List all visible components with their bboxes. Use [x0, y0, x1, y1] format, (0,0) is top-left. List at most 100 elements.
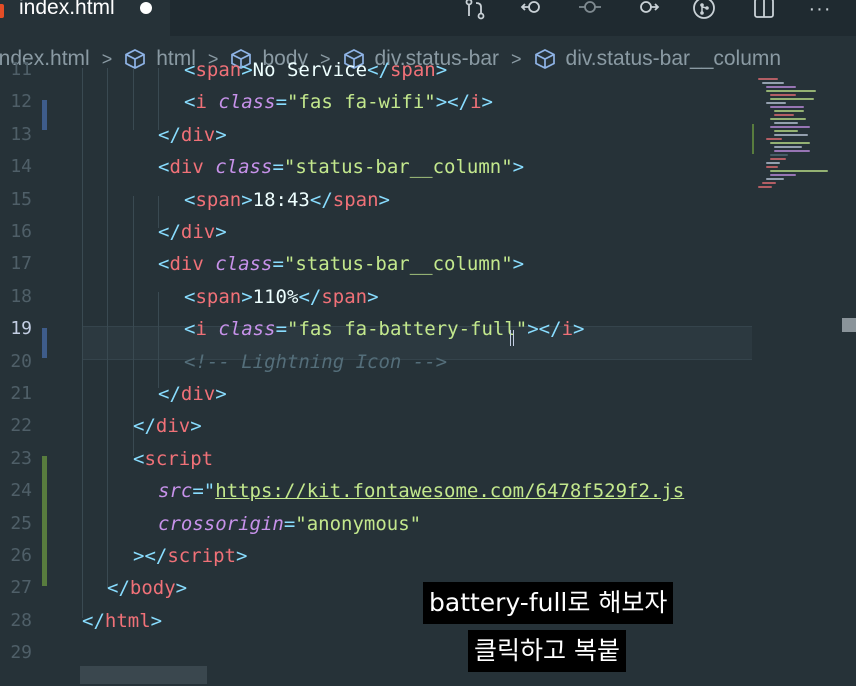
line-number[interactable]: 29: [0, 637, 32, 669]
code-line[interactable]: 16 </div>: [0, 216, 856, 248]
line-number[interactable]: 18: [0, 281, 32, 313]
code-token: i: [561, 318, 574, 341]
code-token: >: [235, 545, 248, 567]
code-line[interactable]: 17 <div class="status-bar__column">: [0, 248, 856, 280]
go-back-icon[interactable]: [520, 0, 544, 20]
go-forward-icon[interactable]: [636, 0, 660, 20]
minimap-line: [770, 174, 796, 176]
commit-icon[interactable]: [578, 0, 602, 20]
minimap-line: [770, 170, 828, 172]
text-cursor-icon: [510, 330, 514, 346]
line-number[interactable]: 13: [0, 119, 32, 151]
subtitle-caption-1: battery-full로 해보자: [423, 582, 674, 624]
line-number[interactable]: 23: [0, 443, 32, 475]
git-graph-icon[interactable]: [692, 0, 716, 20]
code-token: <: [133, 447, 145, 470]
tab-index-html[interactable]: index.html: [0, 0, 170, 36]
minimap-line: [758, 186, 772, 188]
code-line[interactable]: 14 <div class="status-bar__column">: [0, 151, 856, 183]
code-line[interactable]: 19 <i class="fas fa-battery-full"></i>: [0, 313, 856, 345]
code-line[interactable]: 18 <span>110%</span>: [0, 281, 856, 313]
code-token: body: [129, 577, 176, 600]
minimap-line: [770, 118, 806, 120]
line-number[interactable]: 25: [0, 508, 32, 540]
code-line[interactable]: 23 <script: [0, 443, 856, 475]
tab-bar: index.html ···: [0, 0, 856, 36]
html-file-icon: [0, 4, 4, 18]
code-token: No Service: [252, 59, 368, 81]
code-line[interactable]: 11 <span>No Service</span>: [0, 54, 856, 86]
line-number[interactable]: 12: [0, 86, 32, 118]
line-number[interactable]: 24: [0, 475, 32, 507]
code-token: >: [435, 59, 448, 81]
code-token: https://kit.fontawesome.com/6478f529f2.j…: [215, 480, 685, 503]
code-line[interactable]: 22 </div>: [0, 410, 856, 442]
vertical-scrollbar-thumb[interactable]: [842, 318, 856, 332]
code-line[interactable]: 20 <!-- Lightning Icon -->: [0, 346, 856, 378]
line-number[interactable]: 15: [0, 184, 32, 216]
code-text: <span>18:43</span>: [184, 184, 390, 216]
code-text: <script: [133, 443, 213, 475]
line-number[interactable]: 20: [0, 346, 32, 378]
code-token: span: [195, 285, 242, 308]
code-token: >: [573, 318, 585, 341]
line-number[interactable]: 27: [0, 572, 32, 604]
minimap-line: [774, 110, 804, 112]
code-text: <i class="fas fa-battery-full"></i>: [184, 313, 584, 345]
code-token: <: [184, 91, 196, 114]
code-token: "anonymous": [295, 512, 422, 535]
code-text: <div class="status-bar__column">: [158, 151, 524, 183]
code-token: >: [481, 91, 493, 114]
code-token: i: [195, 91, 207, 114]
line-number[interactable]: 11: [0, 54, 32, 86]
code-token: <!-- Lightning Icon -->: [184, 350, 448, 373]
minimap-git-marker: [752, 124, 754, 154]
code-token: class: [215, 253, 273, 276]
minimap[interactable]: [752, 68, 856, 686]
code-line[interactable]: 24 src="https://kit.fontawesome.com/6478f…: [0, 475, 856, 507]
minimap-line: [766, 166, 778, 168]
code-token: >: [241, 188, 253, 211]
code-token: "fas fa-wifi": [287, 91, 436, 114]
code-token: i: [470, 91, 482, 114]
unsaved-dot-icon[interactable]: [140, 2, 152, 14]
minimap-line: [762, 182, 776, 184]
code-line[interactable]: 26 ></script>: [0, 540, 856, 572]
tab-label: index.html: [19, 0, 115, 19]
subtitle-caption-2: 클릭하고 복붙: [468, 630, 626, 672]
code-line[interactable]: 15 <span>18:43</span>: [0, 184, 856, 216]
code-text: <div class="status-bar__column">: [158, 248, 524, 280]
split-editor-icon[interactable]: [752, 0, 776, 20]
code-line[interactable]: 13 </div>: [0, 119, 856, 151]
code-token: <: [158, 156, 170, 179]
minimap-line: [770, 154, 788, 156]
source-control-icon[interactable]: [463, 0, 487, 20]
line-number[interactable]: 21: [0, 378, 32, 410]
code-line[interactable]: 12 <i class="fas fa-wifi"></i>: [0, 86, 856, 118]
code-line[interactable]: 21 </div>: [0, 378, 856, 410]
code-token: </: [82, 609, 105, 632]
code-text: <span>No Service</span>: [184, 54, 447, 86]
code-token: script: [144, 447, 214, 470]
line-number[interactable]: 19: [0, 313, 32, 345]
code-line[interactable]: 29: [0, 637, 856, 669]
minimap-line: [766, 178, 784, 180]
more-actions-icon[interactable]: ···: [808, 0, 832, 20]
line-number[interactable]: 26: [0, 540, 32, 572]
line-number[interactable]: 17: [0, 248, 32, 280]
code-line[interactable]: 25 crossorigin="anonymous": [0, 508, 856, 540]
code-text: </body>: [107, 572, 187, 604]
line-number[interactable]: 22: [0, 410, 32, 442]
code-text: </div>: [158, 378, 227, 410]
line-number[interactable]: 16: [0, 216, 32, 248]
minimap-line: [774, 130, 798, 132]
code-token: "fas fa-battery-full": [287, 318, 528, 341]
code-token: ></: [435, 91, 471, 114]
minimap-line: [766, 102, 786, 104]
code-token: >: [241, 285, 253, 308]
code-token: span: [389, 59, 436, 81]
line-number[interactable]: 28: [0, 605, 32, 637]
line-number[interactable]: 14: [0, 151, 32, 183]
code-token: ></: [527, 318, 562, 341]
horizontal-scrollbar-thumb[interactable]: [80, 666, 207, 684]
